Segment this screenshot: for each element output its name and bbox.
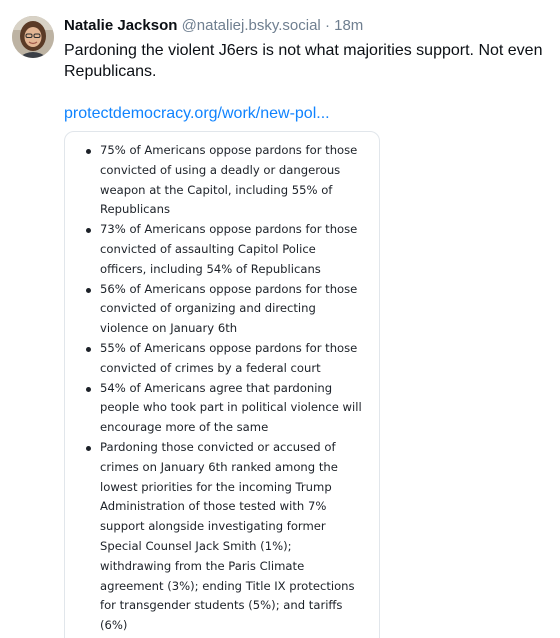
header-separator: ·: [324, 17, 330, 34]
post-link[interactable]: protectdemocracy.org/work/new-pol...: [64, 103, 552, 124]
list-item: 55% of Americans oppose pardons for thos…: [86, 339, 379, 379]
list-item: 73% of Americans oppose pardons for thos…: [86, 220, 379, 279]
avatar[interactable]: [12, 16, 54, 58]
post[interactable]: Natalie Jackson @nataliej.bsky.social · …: [0, 0, 560, 638]
bullet-dot-icon: [86, 228, 91, 234]
list-item-text: 55% of Americans oppose pardons for thos…: [100, 340, 358, 375]
bullet-dot-icon: [86, 386, 91, 392]
bullet-dot-icon: [86, 346, 91, 352]
quote-card[interactable]: 75% of Americans oppose pardons for thos…: [64, 131, 380, 638]
list-item-text: 73% of Americans oppose pardons for thos…: [100, 222, 358, 276]
bullet-list: 75% of Americans oppose pardons for thos…: [65, 132, 379, 636]
post-header: Natalie Jackson @nataliej.bsky.social · …: [64, 16, 552, 36]
list-item: 75% of Americans oppose pardons for thos…: [86, 141, 379, 220]
list-item: 54% of Americans agree that pardoning pe…: [86, 379, 379, 438]
list-item-text: Pardoning those convicted or accused of …: [100, 439, 355, 633]
post-timestamp[interactable]: 18m: [334, 17, 363, 34]
author-handle[interactable]: @nataliej.bsky.social: [182, 17, 321, 34]
bullet-dot-icon: [86, 445, 91, 451]
post-text: Pardoning the violent J6ers is not what …: [64, 42, 543, 80]
author-display-name[interactable]: Natalie Jackson: [64, 17, 177, 34]
avatar-photo-icon: [12, 16, 54, 58]
list-item-text: 54% of Americans agree that pardoning pe…: [100, 380, 362, 435]
bullet-dot-icon: [86, 287, 91, 293]
post-content: Natalie Jackson @nataliej.bsky.social · …: [64, 16, 552, 638]
list-item-text: 75% of Americans oppose pardons for thos…: [100, 143, 358, 217]
bullet-dot-icon: [86, 149, 91, 154]
list-item-text: 56% of Americans oppose pardons for thos…: [100, 281, 358, 336]
list-item: 56% of Americans oppose pardons for thos…: [86, 280, 379, 339]
list-item: Pardoning those convicted or accused of …: [86, 438, 379, 636]
